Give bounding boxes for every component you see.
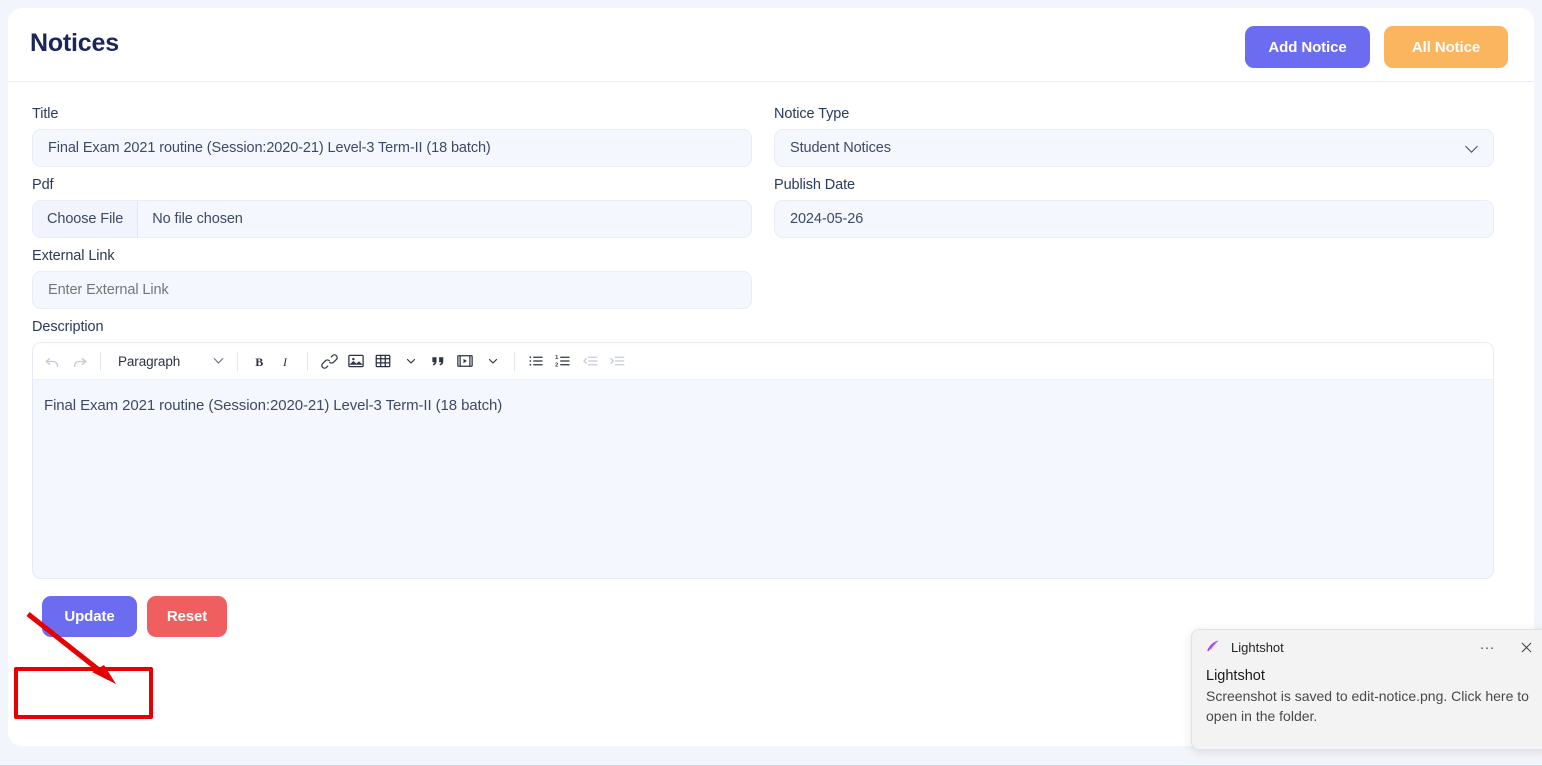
svg-text:2: 2: [555, 362, 558, 368]
external-link-field-group: External Link: [32, 248, 752, 309]
all-notice-button[interactable]: All Notice: [1384, 26, 1508, 68]
svg-text:I: I: [281, 354, 287, 368]
description-field-group: Description: [32, 319, 1494, 579]
pdf-field-group: Pdf Choose File No file chosen: [32, 177, 752, 238]
update-button[interactable]: Update: [42, 596, 137, 637]
external-link-input[interactable]: [32, 271, 752, 309]
form-row-description: Description: [32, 319, 1510, 579]
lightshot-feather-icon: [1204, 638, 1222, 656]
notice-type-select-wrap: [774, 129, 1494, 167]
lightshot-notification[interactable]: Lightshot ··· Lightshot Screenshot is sa…: [1191, 629, 1542, 750]
rich-text-editor: Paragraph B I: [32, 342, 1494, 579]
external-link-label: External Link: [32, 248, 752, 264]
svg-text:B: B: [255, 354, 263, 368]
table-icon[interactable]: [370, 348, 396, 375]
publish-date-label: Publish Date: [774, 177, 1494, 193]
title-label: Title: [32, 106, 752, 122]
indent-icon[interactable]: [604, 348, 630, 375]
notice-type-field-group: Notice Type: [774, 106, 1494, 167]
page-title: Notices: [30, 29, 119, 58]
lightshot-toast-title: Lightshot: [1206, 668, 1536, 684]
lightshot-toast-header: Lightshot ···: [1192, 630, 1542, 664]
lightshot-more-button[interactable]: ···: [1476, 638, 1498, 658]
page-bottom-strip: [0, 761, 1542, 766]
media-icon[interactable]: [452, 348, 478, 375]
toolbar-separator: [307, 352, 308, 371]
description-label: Description: [32, 319, 1494, 335]
lightshot-toast-body: Lightshot Screenshot is saved to edit-no…: [1192, 664, 1542, 726]
lightshot-app-name: Lightshot: [1231, 640, 1284, 655]
notice-form: Title Notice Type Pdf Choose File No fil…: [8, 82, 1534, 637]
notice-type-select[interactable]: [774, 129, 1494, 167]
pdf-file-name: No file chosen: [138, 211, 243, 227]
choose-file-button[interactable]: Choose File: [33, 201, 138, 237]
chevron-down-icon[interactable]: [480, 348, 506, 375]
outdent-icon[interactable]: [577, 348, 603, 375]
blockquote-icon[interactable]: [425, 348, 451, 375]
publish-date-field-group: Publish Date: [774, 177, 1494, 238]
lightshot-toast-message: Screenshot is saved to edit-notice.png. …: [1206, 686, 1536, 726]
title-field-group: Title: [32, 106, 752, 167]
media-tool-group[interactable]: [452, 348, 506, 375]
bold-icon[interactable]: B: [246, 348, 272, 375]
page-header: Notices Add Notice All Notice: [8, 8, 1534, 82]
chevron-down-icon[interactable]: [398, 348, 424, 375]
lightshot-close-icon[interactable]: [1516, 637, 1536, 657]
toolbar-separator: [237, 352, 238, 371]
title-input[interactable]: [32, 129, 752, 167]
bulleted-list-icon[interactable]: [523, 348, 549, 375]
image-icon[interactable]: [343, 348, 369, 375]
form-row-title-type: Title Notice Type: [32, 106, 1510, 167]
svg-text:1: 1: [555, 355, 558, 361]
chevron-down-icon: [214, 353, 224, 363]
undo-icon[interactable]: [39, 348, 65, 375]
toolbar-separator: [100, 352, 101, 371]
editor-toolbar: Paragraph B I: [33, 343, 1493, 380]
pdf-file-input[interactable]: Choose File No file chosen: [32, 200, 752, 238]
block-format-label: Paragraph: [118, 354, 180, 369]
add-notice-button[interactable]: Add Notice: [1245, 26, 1370, 68]
pdf-label: Pdf: [32, 177, 752, 193]
description-editor-content[interactable]: Final Exam 2021 routine (Session:2020-21…: [33, 380, 1493, 578]
italic-icon[interactable]: I: [273, 348, 299, 375]
redo-icon[interactable]: [66, 348, 92, 375]
publish-date-input[interactable]: [774, 200, 1494, 238]
numbered-list-icon[interactable]: 1 2: [550, 348, 576, 375]
form-row-external-link: External Link: [32, 248, 1510, 309]
form-row-pdf-date: Pdf Choose File No file chosen Publish D…: [32, 177, 1510, 238]
block-format-dropdown[interactable]: Paragraph: [109, 348, 229, 375]
reset-button[interactable]: Reset: [147, 596, 227, 637]
link-icon[interactable]: [316, 348, 342, 375]
notice-type-label: Notice Type: [774, 106, 1494, 122]
table-tool-group[interactable]: [370, 348, 424, 375]
toolbar-separator: [514, 352, 515, 371]
